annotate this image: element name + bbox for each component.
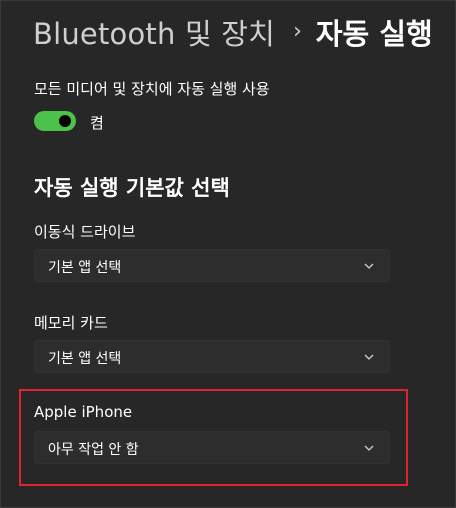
- chevron-down-icon: [364, 263, 374, 269]
- toggle-state-label: 켬: [90, 114, 104, 132]
- memory-card-select[interactable]: 기본 앱 선택: [34, 340, 390, 373]
- breadcrumb: Bluetooth 및 장치 › 자동 실행: [33, 10, 433, 54]
- breadcrumb-parent[interactable]: Bluetooth 및 장치: [33, 11, 275, 53]
- select-value: 기본 앱 선택: [48, 260, 122, 276]
- section-title: 자동 실행 기본값 선택: [34, 176, 230, 200]
- memory-card-label: 메모리 카드: [34, 314, 108, 332]
- highlight-annotation-box: [19, 389, 408, 486]
- removable-drive-select[interactable]: 기본 앱 선택: [34, 249, 390, 282]
- toggle-knob: [59, 115, 71, 127]
- select-value: 기본 앱 선택: [48, 351, 122, 367]
- autoplay-toggle-label: 모든 미디어 및 장치에 자동 실행 사용: [34, 80, 270, 98]
- autoplay-toggle[interactable]: [34, 111, 76, 131]
- chevron-down-icon: [364, 354, 374, 360]
- breadcrumb-separator-icon: ›: [293, 19, 302, 44]
- page-title: 자동 실행: [315, 17, 433, 51]
- removable-drive-label: 이동식 드라이브: [34, 223, 136, 241]
